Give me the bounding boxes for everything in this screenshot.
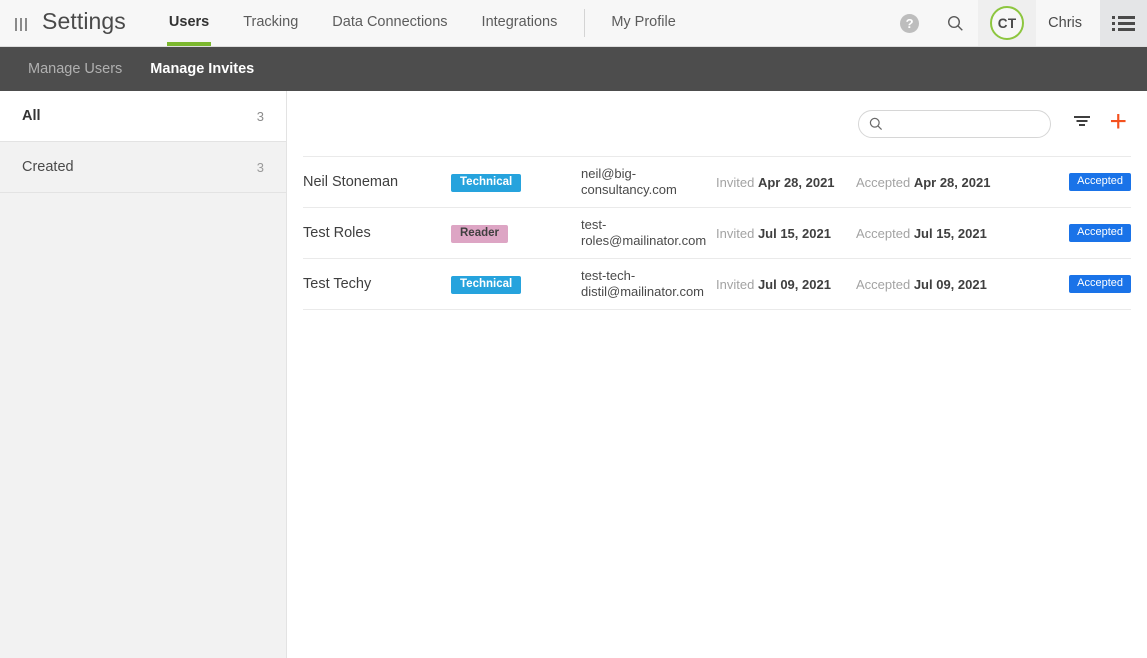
invite-name: Test Techy: [303, 276, 372, 292]
invite-accepted-date: Accepted Jul 09, 2021: [856, 277, 1059, 292]
sidebar-item-all[interactable]: All 3: [0, 91, 286, 142]
body: All 3 Created 3 + Neil Stoneman Technica…: [0, 91, 1147, 658]
toolbar: +: [287, 91, 1147, 156]
accepted-label: Accepted: [856, 225, 911, 241]
invited-value: Jul 09, 2021: [757, 276, 831, 292]
search-icon: [948, 15, 963, 31]
tab-data-connections[interactable]: Data Connections: [315, 0, 464, 46]
invite-accepted-date: Accepted Apr 28, 2021: [856, 175, 1059, 190]
invite-role: Technical: [451, 274, 581, 295]
sidebar: All 3 Created 3: [0, 91, 287, 658]
header-actions: ? CT Chris: [886, 0, 1147, 46]
invited-value: Jul 15, 2021: [757, 225, 831, 241]
filter-icon[interactable]: [1069, 110, 1095, 137]
accepted-value: Apr 28, 2021: [913, 174, 991, 190]
accepted-label: Accepted: [856, 276, 911, 292]
status-badge: Accepted: [1069, 224, 1131, 242]
status-badge: Accepted: [1069, 275, 1131, 293]
invite-accepted-date: Accepted Jul 15, 2021: [856, 226, 1059, 241]
tab-users-label: Users: [168, 14, 210, 30]
invite-name: Test Roles: [303, 225, 371, 241]
invite-status: Accepted: [1059, 173, 1131, 191]
role-badge: Reader: [451, 224, 508, 244]
search-input[interactable]: [883, 115, 1069, 132]
invited-label: Invited: [716, 225, 755, 241]
invite-invited-date: Invited Jul 09, 2021: [716, 277, 856, 292]
sidebar-item-created-label: Created: [22, 159, 74, 175]
tab-tracking-label: Tracking: [243, 14, 299, 30]
table-row[interactable]: Test Techy Technical test-tech-distil@ma…: [303, 258, 1131, 310]
tab-my-profile[interactable]: My Profile: [594, 0, 692, 46]
status-badge: Accepted: [1069, 173, 1131, 191]
subnav-item-manage-invites[interactable]: Manage Invites: [136, 61, 268, 77]
invite-role: Reader: [451, 223, 581, 244]
role-badge: Technical: [451, 173, 522, 193]
accepted-value: Jul 15, 2021: [913, 225, 987, 241]
invite-invited-date: Invited Apr 28, 2021: [716, 175, 856, 190]
invite-status: Accepted: [1059, 275, 1131, 293]
search-box[interactable]: [858, 109, 1069, 138]
invited-value: Apr 28, 2021: [757, 174, 835, 190]
nav-divider: [584, 9, 586, 37]
table-row[interactable]: Test Roles Reader test-roles@mailinator.…: [303, 207, 1131, 258]
invite-email: test-roles@mailinator.com: [581, 217, 707, 248]
tab-users[interactable]: Users: [152, 0, 226, 46]
accepted-value: Jul 09, 2021: [913, 276, 987, 292]
invites-table: Neil Stoneman Technical neil@big-consult…: [287, 156, 1147, 310]
sidebar-item-all-count: 3: [256, 108, 264, 124]
invited-label: Invited: [716, 174, 755, 190]
avatar-button[interactable]: CT: [978, 0, 1037, 46]
invite-role: Technical: [451, 172, 581, 193]
tab-tracking[interactable]: Tracking: [226, 0, 315, 46]
list-menu-icon[interactable]: [1100, 0, 1147, 46]
invite-email: neil@big-consultancy.com: [581, 166, 677, 197]
tab-data-connections-label: Data Connections: [332, 14, 448, 30]
top-header: Settings Users Tracking Data Connections…: [0, 0, 1147, 47]
main-content: + Neil Stoneman Technical neil@big-consu…: [287, 91, 1147, 658]
sidebar-item-all-label: All: [22, 108, 41, 124]
tab-my-profile-label: My Profile: [611, 14, 676, 30]
page-title: Settings: [42, 8, 126, 34]
invite-invited-date: Invited Jul 15, 2021: [716, 226, 856, 241]
invite-name: Neil Stoneman: [303, 174, 399, 190]
header-search-button[interactable]: [933, 0, 978, 46]
invite-status: Accepted: [1059, 224, 1131, 242]
avatar: CT: [990, 6, 1025, 40]
role-badge: Technical: [451, 275, 522, 295]
add-invite-button[interactable]: +: [1105, 106, 1131, 141]
sidebar-item-created-count: 3: [256, 159, 264, 175]
secondary-nav: Manage Users Manage Invites: [0, 47, 1147, 91]
invite-email: test-tech-distil@mailinator.com: [581, 268, 705, 299]
primary-nav: Users Tracking Data Connections Integrat…: [152, 0, 693, 46]
user-name[interactable]: Chris: [1036, 0, 1100, 46]
help-icon: ?: [900, 13, 920, 33]
tab-integrations-label: Integrations: [481, 14, 558, 30]
table-row[interactable]: Neil Stoneman Technical neil@big-consult…: [303, 156, 1131, 207]
accepted-label: Accepted: [856, 174, 911, 190]
subnav-item-manage-users[interactable]: Manage Users: [14, 61, 136, 77]
grip-vertical-icon[interactable]: [0, 0, 42, 46]
tab-integrations[interactable]: Integrations: [465, 0, 575, 46]
invited-label: Invited: [716, 276, 755, 292]
search-icon: [870, 117, 883, 130]
help-button[interactable]: ?: [886, 0, 933, 46]
sidebar-item-created[interactable]: Created 3: [0, 142, 286, 193]
